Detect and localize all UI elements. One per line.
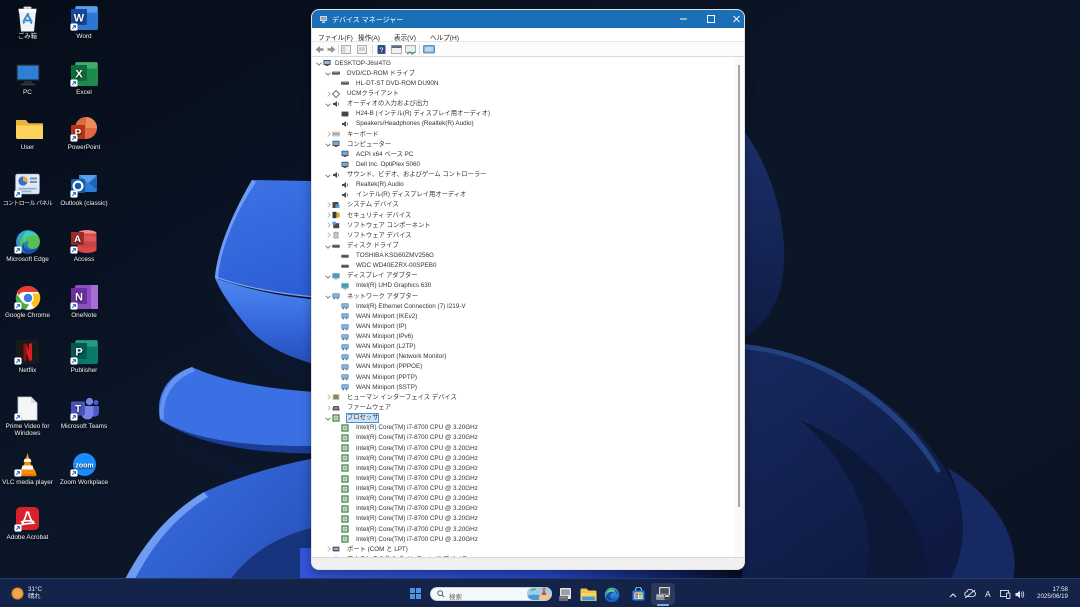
svg-text:A: A: [74, 234, 81, 245]
svg-text:?: ?: [380, 48, 384, 55]
